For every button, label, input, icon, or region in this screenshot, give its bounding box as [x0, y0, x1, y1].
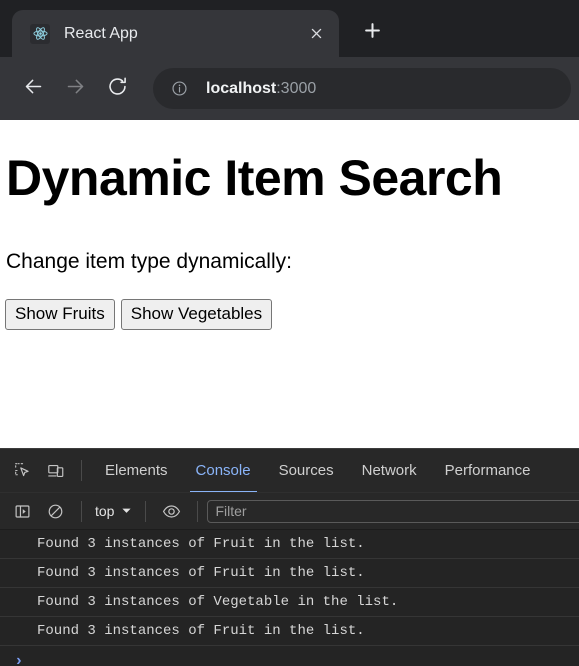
react-atom-icon	[30, 23, 50, 44]
filterbar-divider-1	[81, 500, 82, 522]
new-tab-button[interactable]	[353, 14, 391, 52]
close-icon[interactable]	[303, 21, 329, 47]
browser-chrome: React App localhost:3000	[0, 0, 579, 120]
browser-toolbar: localhost:3000	[0, 57, 579, 120]
tab-sources[interactable]: Sources	[265, 449, 348, 492]
browser-window: React App localhost:3000 Dynamic Item Se…	[0, 0, 579, 666]
page-subtitle: Change item type dynamically:	[6, 250, 292, 273]
console-input-prompt[interactable]: ›	[0, 646, 579, 666]
devtools-tab-bar: Elements Console Sources Network Perform…	[0, 449, 579, 493]
url-port: :3000	[276, 79, 317, 97]
url-host: localhost	[206, 79, 277, 97]
tab-strip: React App	[0, 0, 579, 57]
console-message[interactable]: Found 3 instances of Fruit in the list.	[0, 559, 579, 588]
console-filter-bar: top	[0, 493, 579, 530]
info-circle-icon[interactable]	[169, 79, 189, 99]
clear-console-icon[interactable]	[39, 495, 72, 528]
forward-button[interactable]	[56, 70, 94, 108]
inspect-element-icon[interactable]	[6, 454, 39, 487]
tab-elements[interactable]: Elements	[91, 449, 182, 492]
reload-button[interactable]	[98, 70, 136, 108]
show-vegetables-button[interactable]: Show Vegetables	[120, 299, 273, 330]
item-type-button-row: Show Fruits Show Vegetables	[5, 299, 571, 330]
console-context-label: top	[95, 503, 115, 519]
arrow-right-icon	[65, 76, 86, 102]
plus-icon	[364, 22, 381, 44]
chevron-down-icon	[121, 503, 132, 519]
console-message[interactable]: Found 3 instances of Fruit in the list.	[0, 530, 579, 559]
toolbar-divider	[81, 460, 82, 481]
arrow-left-icon	[23, 76, 44, 102]
back-button[interactable]	[14, 70, 52, 108]
page-viewport: Dynamic Item Search Change item type dyn…	[0, 120, 579, 448]
devtools-panel: Elements Console Sources Network Perform…	[0, 448, 579, 666]
tab-title: React App	[64, 24, 138, 42]
console-sidebar-icon[interactable]	[6, 495, 39, 528]
tab-network[interactable]: Network	[348, 449, 431, 492]
console-filter-input[interactable]	[207, 499, 579, 523]
console-message-list: Found 3 instances of Fruit in the list. …	[0, 530, 579, 666]
reload-icon	[107, 76, 128, 102]
filterbar-divider-3	[197, 500, 199, 522]
prompt-chevron-icon: ›	[14, 652, 24, 666]
console-message[interactable]: Found 3 instances of Fruit in the list.	[0, 617, 579, 646]
device-toolbar-icon[interactable]	[39, 454, 72, 487]
page-title: Dynamic Item Search	[6, 150, 503, 206]
show-fruits-button[interactable]: Show Fruits	[5, 299, 115, 330]
live-expression-eye-icon[interactable]	[155, 495, 188, 528]
console-context-selector[interactable]: top	[91, 503, 136, 519]
tab-console[interactable]: Console	[182, 449, 265, 492]
address-bar[interactable]: localhost:3000	[153, 68, 571, 109]
address-bar-url: localhost:3000	[206, 80, 316, 98]
filterbar-divider-2	[145, 500, 147, 522]
browser-tab-react-app[interactable]: React App	[12, 10, 339, 57]
tab-performance[interactable]: Performance	[431, 449, 545, 492]
console-message[interactable]: Found 3 instances of Vegetable in the li…	[0, 588, 579, 617]
